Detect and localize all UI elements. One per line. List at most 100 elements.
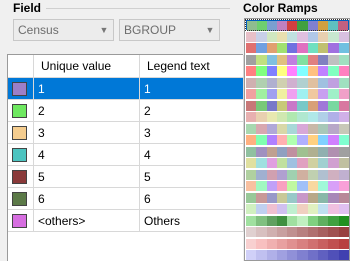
ramp-color-step [328,215,339,226]
swatch-cell[interactable] [8,122,34,144]
ramp-color-step [266,169,277,180]
ramp-color-step [256,204,267,214]
legend-text-cell[interactable]: 3 [140,122,244,144]
color-ramp-option[interactable] [246,215,349,226]
unique-value-cell[interactable]: 1 [34,78,140,100]
field-dropdown[interactable]: BGROUP ▼ [119,19,220,41]
legend-text-cell[interactable]: Others [140,210,244,232]
color-swatch[interactable] [12,148,27,162]
swatch-cell[interactable] [8,166,34,188]
color-swatch[interactable] [12,214,27,228]
ramp-color-step [277,21,288,31]
swatch-cell[interactable] [8,144,34,166]
unique-value-cell[interactable]: 4 [34,144,140,166]
color-swatch[interactable] [12,126,27,140]
field-group-divider [46,8,230,9]
unique-value-cell[interactable]: 3 [34,122,140,144]
legend-text-cell[interactable]: 6 [140,188,244,210]
table-row[interactable]: 11 [8,78,244,100]
swatch-cell[interactable] [8,188,34,210]
color-swatch[interactable] [12,192,27,206]
unique-value-cell[interactable]: 6 [34,188,140,210]
table-row[interactable]: 66 [8,188,244,210]
ramp-color-step [266,227,277,237]
legend-text-cell[interactable]: 5 [140,166,244,188]
unique-value-cell[interactable]: 5 [34,166,140,188]
table-row[interactable]: 33 [8,122,244,144]
ramp-color-step [328,181,339,191]
color-ramp-option[interactable] [246,146,349,157]
color-ramp-option[interactable] [246,169,349,180]
color-ramp-option[interactable] [246,100,349,111]
color-swatch[interactable] [12,104,27,118]
swatch-cell[interactable] [8,210,34,232]
ramp-color-step [307,215,319,226]
swatch-cell[interactable] [8,100,34,122]
ramp-color-step [246,250,257,260]
color-ramp-option[interactable] [246,192,349,203]
color-ramp-option[interactable] [246,135,349,145]
ramp-color-step [307,250,319,260]
ramp-color-step [276,54,288,65]
header-swatch-column[interactable] [8,55,34,78]
color-ramps-list[interactable] [244,18,350,261]
ramp-color-step [266,89,277,99]
color-ramp-option[interactable] [246,181,349,191]
ramp-color-step [338,169,349,180]
table-row[interactable]: 55 [8,166,244,188]
ramp-color-step [246,238,257,249]
ramp-color-step [256,146,267,157]
legend-text-cell[interactable]: 1 [140,78,244,100]
unique-value-cell[interactable]: <others> [34,210,140,232]
color-ramp-option[interactable] [246,227,349,237]
ramp-color-step [338,146,349,157]
swatch-cell[interactable] [8,78,34,100]
color-ramp-option[interactable] [246,238,349,249]
table-row[interactable]: 44 [8,144,244,166]
layer-dropdown[interactable]: Census ▼ [13,19,114,41]
ramp-color-step [328,158,339,168]
color-ramp-option[interactable] [245,19,349,31]
ramp-color-step [318,31,329,42]
table-row[interactable]: <others> Others [8,210,244,232]
color-ramp-option[interactable] [246,204,349,214]
ramp-color-step [266,31,277,42]
ramp-color-step [246,192,257,203]
field-group-title: Field [13,1,42,15]
ramp-color-step [266,100,277,111]
ramp-color-step [307,66,319,76]
color-ramp-option[interactable] [246,31,349,42]
color-swatch[interactable] [12,82,27,96]
header-unique-value[interactable]: Unique value [34,55,140,78]
ramp-color-step [276,204,288,214]
color-ramp-option[interactable] [246,123,349,134]
ramp-color-step [328,238,339,249]
unique-values-table[interactable]: Unique value Legend text 1 1 2 2 3 3 4 4 5 5 6 6 <ot… [7,54,244,261]
color-ramp-option[interactable] [246,66,349,76]
ramp-color-step [297,169,308,180]
ramp-color-step [318,54,329,65]
color-ramp-option[interactable] [246,250,349,260]
ramp-color-step [266,192,277,203]
ramp-color-step [328,250,339,260]
legend-text-cell[interactable]: 4 [140,144,244,166]
color-ramp-option[interactable] [246,112,349,122]
ramp-color-step [266,158,277,168]
ramp-color-step [297,250,308,260]
color-ramp-option[interactable] [246,54,349,65]
color-swatch[interactable] [12,170,27,184]
color-ramp-option[interactable] [246,89,349,99]
ramp-color-step [318,146,329,157]
header-legend-text[interactable]: Legend text [140,55,244,78]
ramp-color-step [297,204,308,214]
color-ramp-option[interactable] [246,43,349,53]
color-ramp-option[interactable] [246,77,349,88]
table-row[interactable]: 22 [8,100,244,122]
ramp-color-step [256,66,267,76]
unique-value-cell[interactable]: 2 [34,100,140,122]
ramp-color-step [318,100,329,111]
ramp-color-step [338,192,349,203]
ramp-color-step [307,169,319,180]
legend-text-cell[interactable]: 2 [140,100,244,122]
color-ramp-option[interactable] [246,158,349,168]
